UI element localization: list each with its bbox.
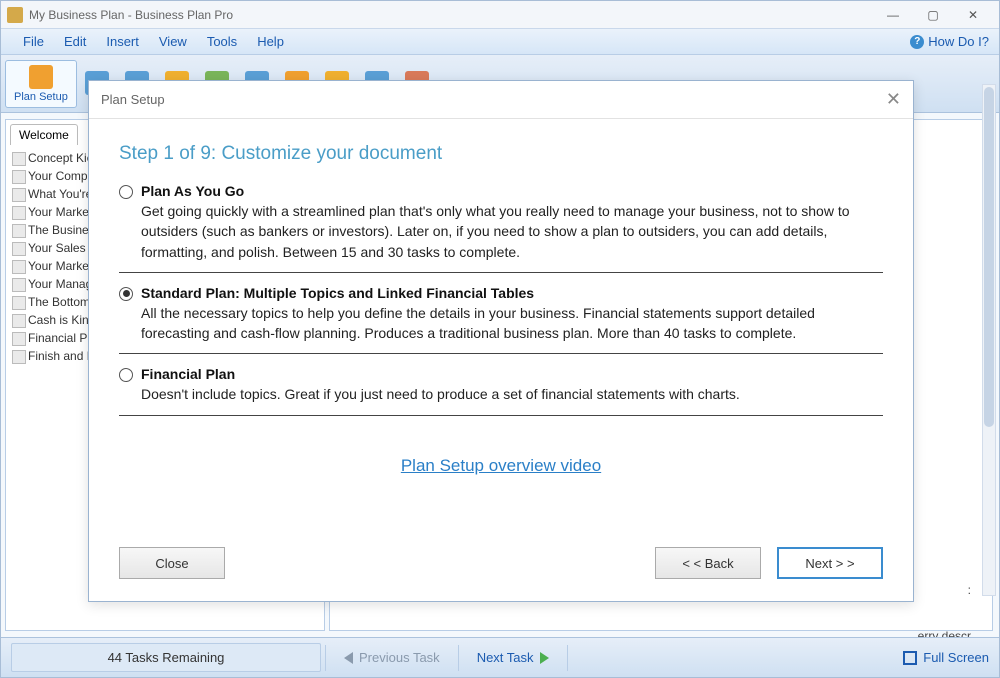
plan-setup-dialog: Plan Setup ✕ Step 1 of 9: Customize your… <box>88 80 914 602</box>
fullscreen-icon <box>903 651 917 665</box>
menu-help[interactable]: Help <box>247 30 294 53</box>
radio-icon[interactable] <box>119 368 133 382</box>
toolbar-plan-setup[interactable]: Plan Setup <box>5 60 77 108</box>
menu-insert[interactable]: Insert <box>96 30 149 53</box>
app-icon <box>7 7 23 23</box>
scrollbar[interactable] <box>982 84 996 596</box>
plan-setup-icon <box>29 65 53 89</box>
next-task-button[interactable]: Next Task <box>463 644 563 671</box>
back-button[interactable]: < < Back <box>655 547 761 579</box>
help-icon: ? <box>910 35 924 49</box>
radio-icon[interactable] <box>119 287 133 301</box>
option-financial-plan[interactable]: Financial Plan Doesn't include topics. G… <box>119 366 883 415</box>
menu-view[interactable]: View <box>149 30 197 53</box>
video-link-wrap: Plan Setup overview video <box>119 456 883 476</box>
menu-file[interactable]: File <box>13 30 54 53</box>
bottom-bar: 44 Tasks Remaining Previous Task Next Ta… <box>1 637 999 677</box>
previous-task-button[interactable]: Previous Task <box>330 644 454 671</box>
dialog-body: Step 1 of 9: Customize your document Pla… <box>89 119 913 533</box>
window-title: My Business Plan - Business Plan Pro <box>29 8 233 22</box>
option-standard-plan[interactable]: Standard Plan: Multiple Topics and Linke… <box>119 285 883 355</box>
menu-tools[interactable]: Tools <box>197 30 247 53</box>
next-button[interactable]: Next > > <box>777 547 883 579</box>
how-do-i-link[interactable]: ? How Do I? <box>910 34 989 49</box>
dialog-heading: Step 1 of 9: Customize your document <box>119 143 883 165</box>
titlebar: My Business Plan - Business Plan Pro — ▢… <box>1 1 999 29</box>
menu-edit[interactable]: Edit <box>54 30 96 53</box>
bg-text: erry descr <box>918 629 971 631</box>
close-button[interactable]: Close <box>119 547 225 579</box>
tasks-remaining[interactable]: 44 Tasks Remaining <box>11 643 321 672</box>
dialog-close-button[interactable]: ✕ <box>886 89 901 110</box>
option-plan-as-you-go[interactable]: Plan As You Go Get going quickly with a … <box>119 183 883 273</box>
dialog-title: Plan Setup <box>101 92 165 107</box>
radio-icon[interactable] <box>119 185 133 199</box>
dialog-footer: Close < < Back Next > > <box>89 533 913 601</box>
arrow-left-icon <box>344 652 353 664</box>
close-window-button[interactable]: ✕ <box>953 4 993 26</box>
tab-welcome[interactable]: Welcome <box>10 124 78 145</box>
full-screen-button[interactable]: Full Screen <box>903 650 989 665</box>
menubar: File Edit Insert View Tools Help ? How D… <box>1 29 999 55</box>
scrollbar-thumb[interactable] <box>984 87 994 427</box>
overview-video-link[interactable]: Plan Setup overview video <box>401 456 601 475</box>
minimize-button[interactable]: — <box>873 4 913 26</box>
dialog-header: Plan Setup ✕ <box>89 81 913 119</box>
arrow-right-icon <box>540 652 549 664</box>
maximize-button[interactable]: ▢ <box>913 4 953 26</box>
